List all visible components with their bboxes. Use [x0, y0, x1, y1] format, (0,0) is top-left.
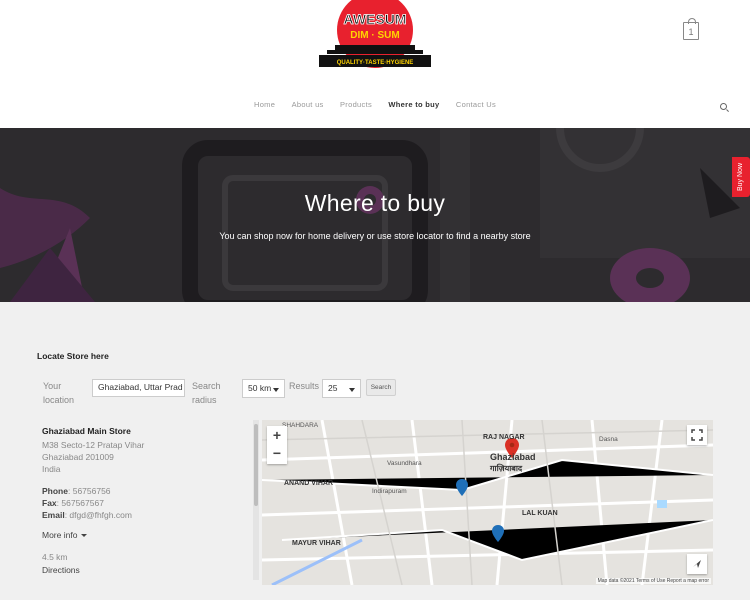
- store-address-1: M38 Secto-12 Pratap Vihar: [42, 440, 145, 450]
- store-country: India: [42, 464, 61, 474]
- email-value[interactable]: dfgd@fhfgh.com: [69, 510, 132, 520]
- nav-products[interactable]: Products: [340, 100, 372, 109]
- email-label: Email: [42, 510, 65, 520]
- map-label-vasundhara: Vasundhara: [387, 460, 422, 467]
- phone-value: 56756756: [72, 486, 111, 496]
- map-label-raj-nagar: RAJ NAGAR: [483, 434, 525, 441]
- site-header: AWESUM DIM · SUM QUALITY·TASTE·HYGIENE 1…: [0, 0, 750, 128]
- map-label-anand-vihar: ANAND VIHAR: [284, 480, 333, 487]
- store-locator-section: Locate Store here Your location Ghaziaba…: [0, 302, 750, 600]
- search-icon[interactable]: [720, 103, 727, 110]
- phone-label: Phone: [42, 486, 68, 496]
- hero-banner: Where to buy You can shop now for home d…: [0, 128, 750, 302]
- directions-link[interactable]: Directions: [42, 565, 80, 575]
- zoom-in-button[interactable]: +: [267, 426, 287, 445]
- logo-tagline: QUALITY·TASTE·HYGIENE: [337, 60, 414, 66]
- store-distance: 4.5 km: [42, 552, 68, 562]
- map-label-ghaziabad-hindi: गाज़ियाबाद: [490, 464, 523, 473]
- scrollbar-thumb[interactable]: [254, 424, 258, 506]
- locator-form: Your location Ghaziabad, Uttar Prad Sear…: [37, 373, 713, 415]
- nav-about[interactable]: About us: [292, 100, 324, 109]
- store-map[interactable]: ANAND VIHAR MAYUR VIHAR RAJ NAGAR Ghazia…: [262, 420, 713, 585]
- nav-where-to-buy[interactable]: Where to buy: [388, 100, 439, 109]
- map-label-lal-kuan: LAL KUAN: [522, 510, 558, 517]
- your-location-label: Your location: [43, 381, 75, 405]
- cart-icon[interactable]: 1: [683, 18, 699, 40]
- store-results-list: Ghaziabad Main Store M38 Secto-12 Pratap…: [37, 420, 253, 580]
- map-label-mayur-vihar: MAYUR VIHAR: [292, 540, 341, 547]
- map-label-ghaziabad: Ghaziabad: [490, 452, 536, 462]
- results-select[interactable]: 25: [322, 379, 361, 398]
- main-nav: Home About us Products Where to buy Cont…: [0, 100, 750, 109]
- map-footer[interactable]: Map data ©2021 Terms of Use Report a map…: [595, 578, 711, 584]
- my-location-icon[interactable]: [687, 554, 707, 574]
- location-input[interactable]: Ghaziabad, Uttar Prad: [92, 379, 185, 397]
- radius-select[interactable]: 50 km: [242, 379, 285, 398]
- map-label-indirapuram: Indirapuram: [372, 488, 407, 495]
- nav-contact[interactable]: Contact Us: [456, 100, 496, 109]
- results-value: 25: [328, 383, 338, 393]
- search-radius-label: Search radius: [192, 381, 221, 405]
- logo-text-awesum: AWESUM: [344, 11, 407, 27]
- results-scrollbar[interactable]: [253, 420, 259, 580]
- brand-logo[interactable]: AWESUM DIM · SUM QUALITY·TASTE·HYGIENE: [319, 0, 431, 76]
- fax-value: 567567567: [61, 498, 104, 508]
- search-button[interactable]: Search: [366, 379, 396, 396]
- fullscreen-icon[interactable]: [687, 425, 707, 445]
- map-label-dasna: Dasna: [599, 436, 618, 443]
- radius-value: 50 km: [248, 383, 272, 393]
- results-label: Results: [289, 381, 320, 391]
- store-fax-line: Fax: 567567567: [42, 498, 104, 508]
- store-name[interactable]: Ghaziabad Main Store: [42, 426, 131, 436]
- logo-text-dimsum: DIM · SUM: [350, 30, 399, 41]
- fax-label: Fax: [42, 498, 57, 508]
- hero-subtitle: You can shop now for home delivery or us…: [219, 231, 531, 241]
- map-label-shahdara: SHAHDARA: [282, 422, 319, 429]
- hero-title: Where to buy: [304, 190, 446, 216]
- buy-now-button[interactable]: Buy Now: [732, 157, 750, 197]
- zoom-out-button[interactable]: −: [267, 445, 287, 464]
- more-info-toggle[interactable]: More info: [42, 530, 87, 540]
- store-phone-line: Phone: 56756756: [42, 486, 111, 496]
- locator-title: Locate Store here: [37, 351, 109, 361]
- store-address-2: Ghaziabad 201009: [42, 452, 114, 462]
- cart-count: 1: [688, 27, 694, 37]
- nav-home[interactable]: Home: [254, 100, 275, 109]
- map-zoom-control: + −: [267, 426, 287, 464]
- map-canvas[interactable]: [262, 420, 713, 585]
- store-email-line: Email: dfgd@fhfgh.com: [42, 510, 132, 520]
